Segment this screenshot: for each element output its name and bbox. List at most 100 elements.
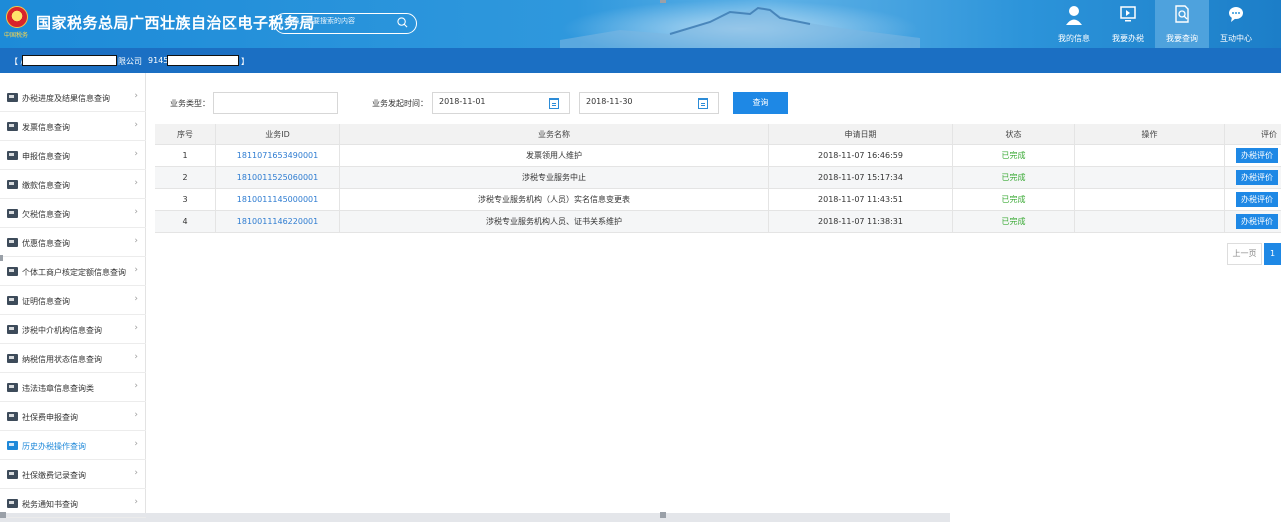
sidebar-item[interactable]: 优惠信息查询 ›	[0, 228, 146, 257]
nav-handle-tax[interactable]: 我要办税	[1101, 0, 1155, 48]
resize-handle[interactable]	[660, 0, 666, 3]
business-name: 发票领用人维护	[340, 145, 769, 166]
sidebar-item-label: 欠税信息查询	[22, 210, 70, 219]
sidebar-item[interactable]: 社保缴费记录查询 ›	[0, 460, 146, 489]
menu-item-icon	[7, 354, 18, 363]
calendar-icon[interactable]	[698, 98, 708, 109]
sidebar-item[interactable]: 发票信息查询 ›	[0, 112, 146, 141]
sidebar-item-label: 纳税信用状态信息查询	[22, 355, 102, 364]
status-text: 已完成	[953, 211, 1075, 232]
row-number: 1	[155, 145, 216, 166]
pager-prev-button[interactable]: 上一页	[1227, 243, 1262, 265]
nav-label: 互动中心	[1220, 34, 1252, 43]
pager-page-1[interactable]: 1	[1264, 243, 1281, 265]
sidebar-item[interactable]: 申报信息查询 ›	[0, 141, 146, 170]
sidebar-item[interactable]: 个体工商户核定定额信息查询 ›	[0, 257, 146, 286]
sidebar-item-label: 社保费申报查询	[22, 413, 78, 422]
menu-item-icon	[7, 209, 18, 218]
taxid-prefix: 9145	[148, 56, 169, 65]
business-id-link[interactable]: 1810011145000001	[216, 189, 340, 210]
sidebar-item[interactable]: 缴款信息查询 ›	[0, 170, 146, 199]
sidebar-item[interactable]: 违法违章信息查询类 ›	[0, 373, 146, 402]
row-number: 2	[155, 167, 216, 188]
start-date-input[interactable]	[439, 97, 539, 106]
start-time-label: 业务发起时间：	[372, 99, 428, 108]
chevron-right-icon: ›	[134, 178, 138, 188]
status-text: 已完成	[953, 145, 1075, 166]
column-header: 状态	[953, 124, 1075, 144]
chevron-right-icon: ›	[134, 294, 138, 304]
status-text: 已完成	[953, 167, 1075, 188]
sidebar-item[interactable]: 税务通知书查询 ›	[0, 489, 146, 518]
chevron-right-icon: ›	[134, 352, 138, 362]
search-box[interactable]	[274, 13, 417, 34]
business-id-link[interactable]: 1810011146220001	[216, 211, 340, 232]
menu-item-icon	[7, 441, 18, 450]
sidebar-item[interactable]: 历史办税操作查询 ›	[0, 431, 146, 460]
business-name: 涉税专业服务机构人员、证书关系维护	[340, 211, 769, 232]
monitor-icon	[1120, 6, 1136, 22]
apply-date: 2018-11-07 11:43:51	[769, 189, 953, 210]
query-button[interactable]: 查询	[733, 92, 788, 114]
menu-item-icon	[7, 499, 18, 508]
search-input[interactable]	[285, 17, 395, 25]
sidebar-item[interactable]: 办税进度及结果信息查询 ›	[0, 83, 146, 112]
close-bracket: 】	[241, 57, 249, 66]
sidebar-item-label: 申报信息查询	[22, 152, 70, 161]
sidebar: 办税进度及结果信息查询 › 发票信息查询 › 申报信息查询 › 缴款信息查询 › 欠税信息查询 ›…	[0, 73, 146, 518]
end-date-input[interactable]	[586, 97, 686, 106]
column-header: 操作	[1075, 124, 1225, 144]
sidebar-item-label: 社保缴费记录查询	[22, 471, 86, 480]
sidebar-item-label: 办税进度及结果信息查询	[22, 94, 110, 103]
sidebar-item-label: 税务通知书查询	[22, 500, 78, 509]
sidebar-item[interactable]: 社保费申报查询 ›	[0, 402, 146, 431]
column-header: 业务名称	[340, 124, 769, 144]
nav-label: 我的信息	[1058, 34, 1090, 43]
business-type-field[interactable]	[213, 92, 338, 114]
chevron-right-icon: ›	[134, 439, 138, 449]
chevron-right-icon: ›	[134, 236, 138, 246]
apply-date: 2018-11-07 16:46:59	[769, 145, 953, 166]
sidebar-item-label: 发票信息查询	[22, 123, 70, 132]
business-id-link[interactable]: 1810011525060001	[216, 167, 340, 188]
resize-handle[interactable]	[0, 255, 3, 261]
chevron-right-icon: ›	[134, 91, 138, 101]
search-icon[interactable]	[397, 17, 408, 28]
end-date-field[interactable]	[579, 92, 719, 114]
table-row: 2 1810011525060001 涉税专业服务中止 2018-11-07 15:1…	[155, 167, 1281, 189]
resize-handle[interactable]	[660, 512, 666, 518]
chevron-right-icon: ›	[134, 207, 138, 217]
top-header: 中国税务 国家税务总局广西壮族自治区电子税务局 我的信息 我要办税 我要查询	[0, 0, 1281, 48]
business-name: 涉税专业服务中止	[340, 167, 769, 188]
menu-item-icon	[7, 238, 18, 247]
calendar-icon[interactable]	[549, 98, 559, 109]
sidebar-item[interactable]: 纳税信用状态信息查询 ›	[0, 344, 146, 373]
chevron-right-icon: ›	[134, 149, 138, 159]
nav-label: 我要办税	[1112, 34, 1144, 43]
evaluate-button[interactable]: 办税评价	[1236, 170, 1278, 185]
nav-query[interactable]: 我要查询	[1155, 0, 1209, 48]
menu-item-icon	[7, 93, 18, 102]
evaluate-button[interactable]: 办税评价	[1236, 192, 1278, 207]
nav-label: 我要查询	[1166, 34, 1198, 43]
sidebar-item[interactable]: 涉税中介机构信息查询 ›	[0, 315, 146, 344]
nav-my-info[interactable]: 我的信息	[1047, 0, 1101, 48]
sidebar-item[interactable]: 欠税信息查询 ›	[0, 199, 146, 228]
apply-date: 2018-11-07 11:38:31	[769, 211, 953, 232]
menu-item-icon	[7, 383, 18, 392]
start-date-field[interactable]	[432, 92, 570, 114]
evaluate-button[interactable]: 办税评价	[1236, 148, 1278, 163]
action-cell	[1075, 189, 1225, 210]
chevron-right-icon: ›	[134, 468, 138, 478]
menu-item-icon	[7, 267, 18, 276]
business-id-link[interactable]: 1811071653490001	[216, 145, 340, 166]
sidebar-item[interactable]: 证明信息查询 ›	[0, 286, 146, 315]
evaluate-button[interactable]: 办税评价	[1236, 214, 1278, 229]
resize-handle[interactable]	[0, 512, 6, 518]
nav-interaction[interactable]: 互动中心	[1209, 0, 1263, 48]
status-text: 已完成	[953, 189, 1075, 210]
national-emblem-icon	[6, 6, 28, 28]
business-type-input[interactable]	[220, 97, 320, 106]
apply-date: 2018-11-07 15:17:34	[769, 167, 953, 188]
column-header: 评价	[1261, 129, 1277, 139]
